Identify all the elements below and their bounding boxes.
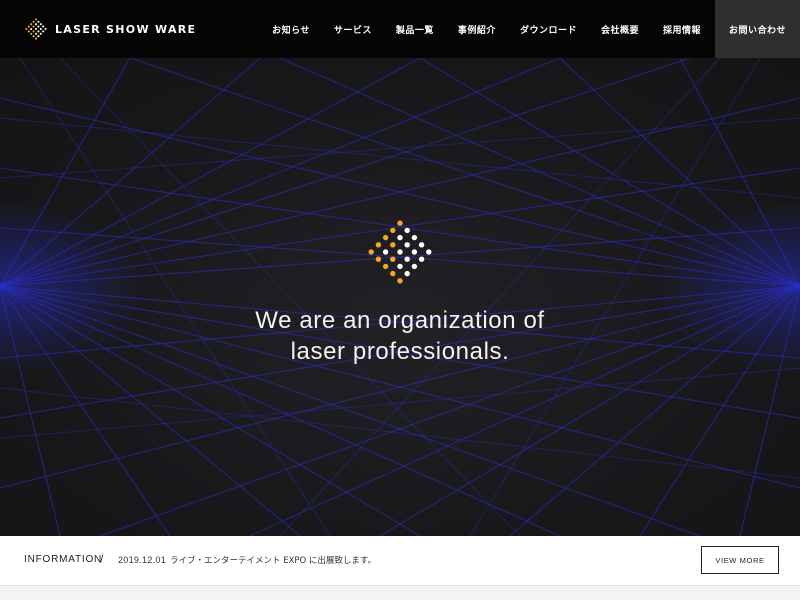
diamond-dot-grid-icon	[25, 18, 47, 40]
hero-section: We are an organization of laser professi…	[0, 58, 800, 536]
information-title: INFORMATION	[24, 554, 103, 565]
news-headline-link[interactable]: ライブ・エンターテイメント EXPO に出展致します。	[170, 554, 376, 566]
view-more-button[interactable]: VIEW MORE	[701, 546, 779, 574]
nav-item-cases[interactable]: 事例紹介	[446, 0, 508, 58]
main-nav: お知らせ サービス 製品一覧 事例紹介 ダウンロード 会社概要 採用情報 お問い…	[260, 0, 800, 58]
hero-tagline-line2: laser professionals.	[290, 338, 510, 365]
page: LASER SHOW WARE お知らせ サービス 製品一覧 事例紹介 ダウンロ…	[0, 0, 800, 600]
hero-tagline-line1: We are an organization of	[255, 307, 545, 334]
site-logo[interactable]: LASER SHOW WARE	[24, 17, 196, 41]
nav-item-services[interactable]: サービス	[322, 0, 384, 58]
news-date: 2019.12.01	[118, 555, 167, 565]
brand-name: LASER SHOW WARE	[55, 22, 197, 36]
nav-item-products[interactable]: 製品一覧	[384, 0, 446, 58]
nav-item-company[interactable]: 会社概要	[589, 0, 651, 58]
hero-diamond-dot-grid-icon	[368, 220, 432, 284]
nav-item-news[interactable]: お知らせ	[260, 0, 322, 58]
contact-button[interactable]: お問い合わせ	[714, 0, 800, 58]
information-separator: /	[100, 552, 104, 566]
nav-item-recruit[interactable]: 採用情報	[651, 0, 713, 58]
information-bar: INFORMATION / 2019.12.01 ライブ・エンターテイメント E…	[0, 536, 800, 585]
laser-beams-background	[0, 58, 800, 536]
site-header: LASER SHOW WARE お知らせ サービス 製品一覧 事例紹介 ダウンロ…	[0, 0, 800, 58]
hero-tagline: We are an organization of laser professi…	[0, 305, 800, 367]
nav-item-download[interactable]: ダウンロード	[508, 0, 589, 58]
page-bottom-strip	[0, 585, 800, 600]
